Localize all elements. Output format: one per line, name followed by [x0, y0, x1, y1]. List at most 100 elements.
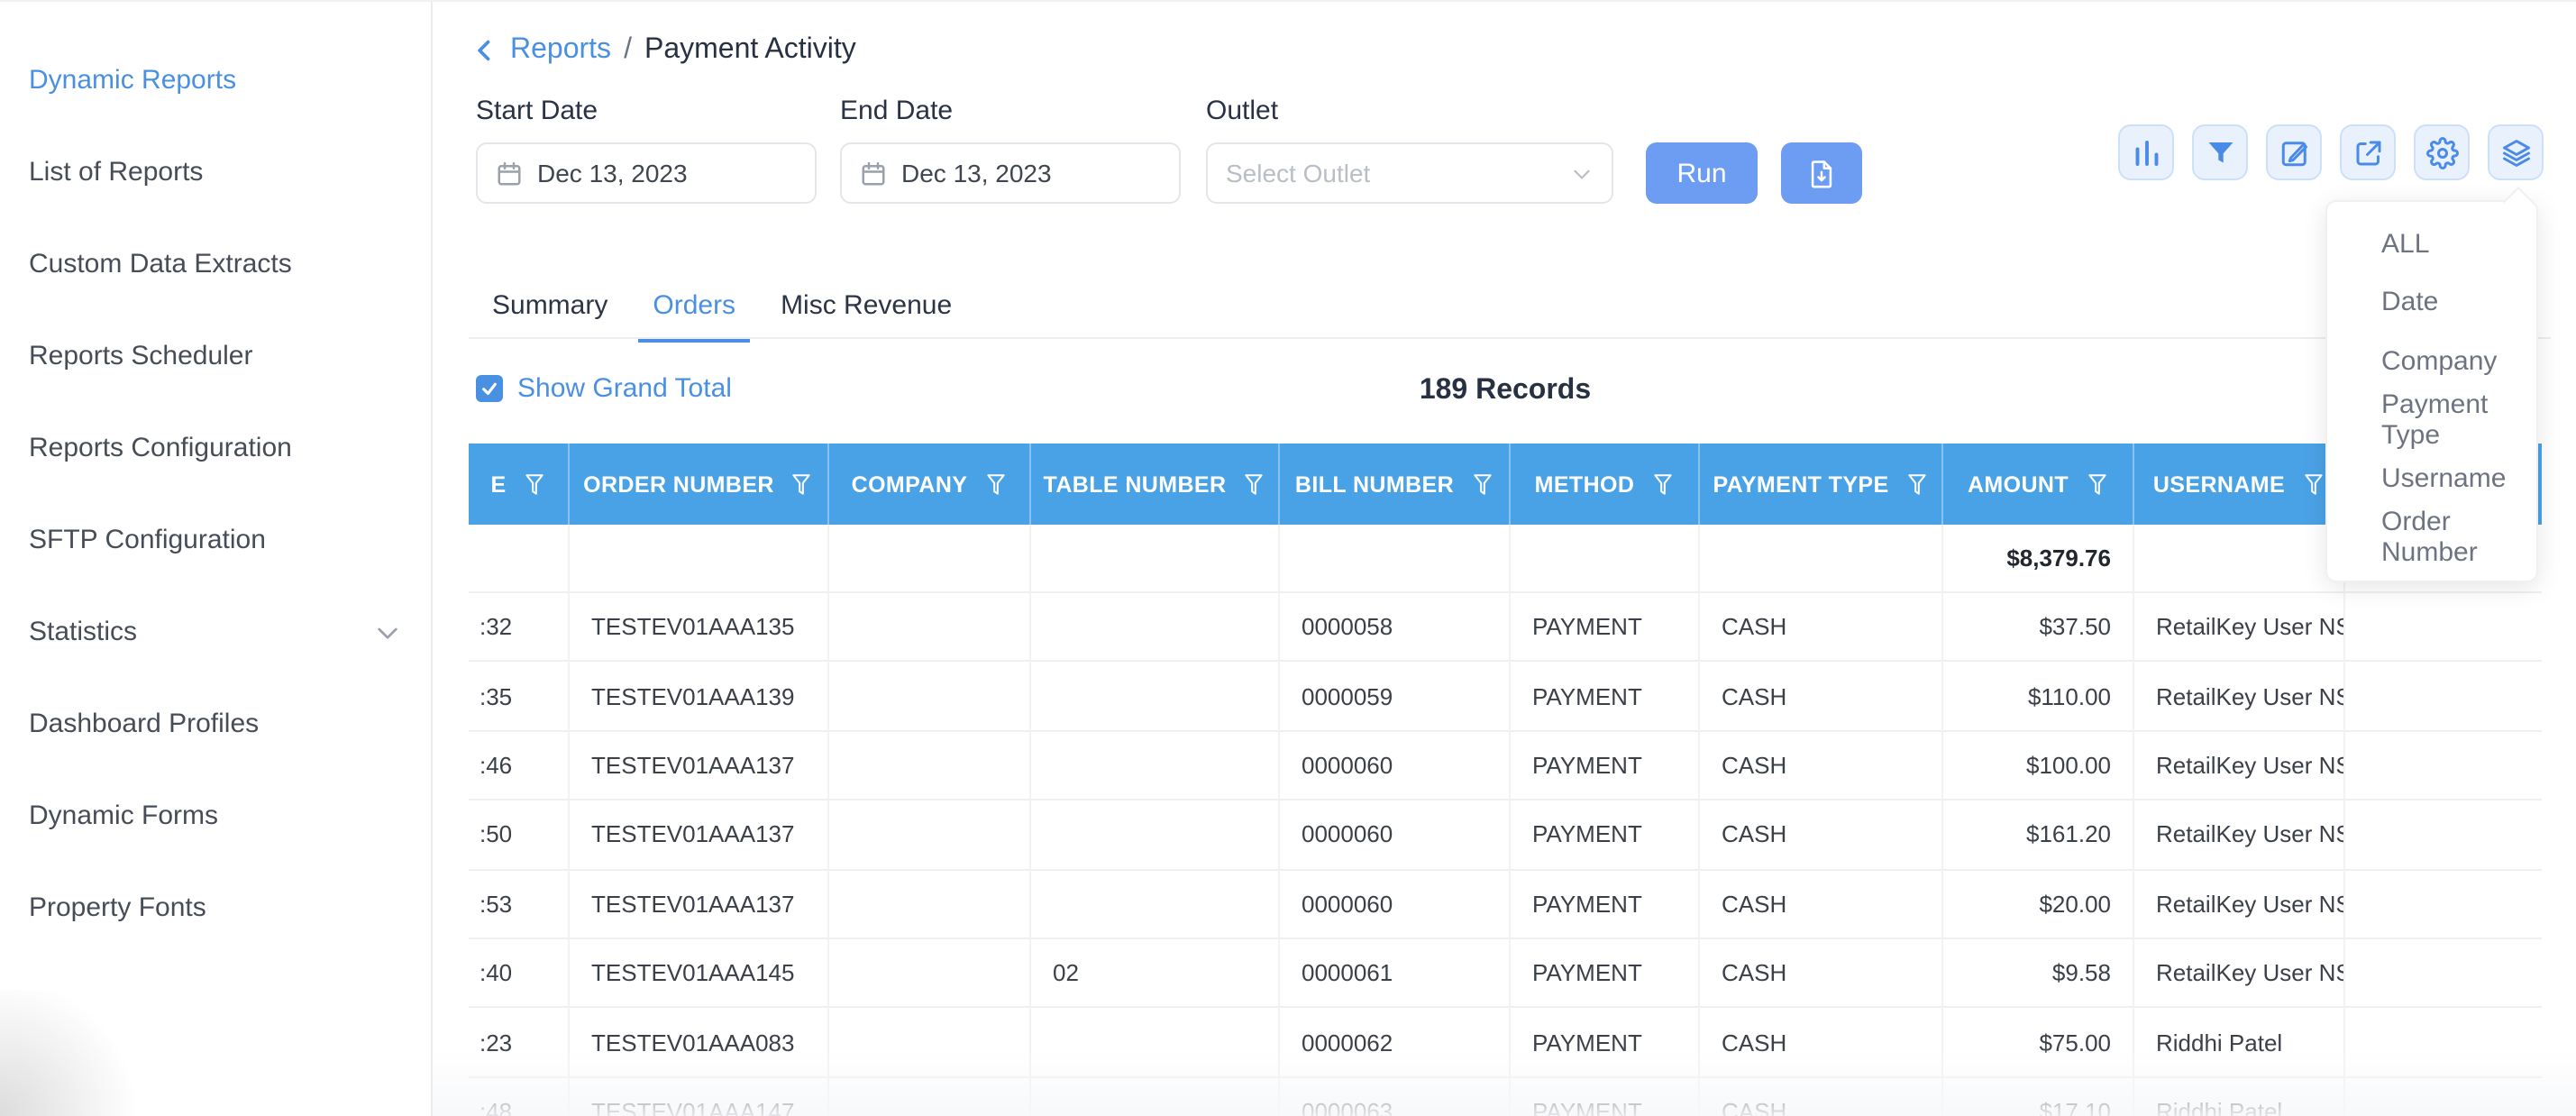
tab-orders[interactable]: Orders: [638, 290, 750, 343]
run-button[interactable]: Run: [1646, 142, 1758, 204]
sidebar-item-custom-data-extracts[interactable]: Custom Data Extracts: [0, 218, 431, 310]
cell-table_number: [1031, 870, 1280, 939]
column-header-order-number[interactable]: ORDER NUMBER: [570, 444, 829, 525]
cell-time: :50: [469, 800, 570, 870]
group-by-option-payment-type[interactable]: Payment Type: [2327, 390, 2536, 449]
export-button[interactable]: [1781, 142, 1862, 204]
open-external-button[interactable]: [2340, 124, 2396, 180]
cell-order_number: TESTEV01AAA137: [570, 732, 829, 801]
column-header-payment-type[interactable]: PAYMENT TYPE: [1700, 444, 1943, 525]
group-by-option-company[interactable]: Company: [2327, 332, 2536, 390]
sidebar-item-statistics[interactable]: Statistics: [0, 586, 431, 678]
sidebar-item-list-of-reports[interactable]: List of Reports: [0, 126, 431, 218]
layers-icon: [2499, 136, 2532, 169]
start-date-label: Start Date: [476, 96, 598, 126]
cell-amount: $17.10: [1943, 1077, 2134, 1116]
column-label: COMPANY: [852, 471, 968, 497]
breadcrumb-reports-link[interactable]: Reports: [510, 34, 611, 67]
cell-payment_type: CASH: [1700, 1009, 1943, 1078]
filter-icon: [2204, 136, 2236, 169]
table-row[interactable]: :23TESTEV01AAA0830000062PAYMENTCASH$75.0…: [469, 1009, 2542, 1078]
cell-payment_type: CASH: [1700, 870, 1943, 939]
settings-button[interactable]: [2414, 124, 2470, 180]
cell-time: :53: [469, 870, 570, 939]
cell-username: RetailKey User NS: [2134, 939, 2345, 1009]
checkbox-checked-icon[interactable]: [476, 375, 503, 402]
filter-funnel-icon[interactable]: [1905, 471, 1929, 497]
cell-amount: $161.20: [1943, 800, 2134, 870]
chart-view-button[interactable]: [2118, 124, 2174, 180]
filter-funnel-icon[interactable]: [790, 471, 814, 497]
cell-bill_number: 0000060: [1280, 870, 1511, 939]
sidebar-item-dashboard-profiles[interactable]: Dashboard Profiles: [0, 678, 431, 770]
external-link-icon: [2352, 136, 2384, 169]
table-row[interactable]: :46TESTEV01AAA1370000060PAYMENTCASH$100.…: [469, 732, 2542, 801]
table-row[interactable]: :40TESTEV01AAA145020000061PAYMENTCASH$9.…: [469, 939, 2542, 1009]
column-header-e[interactable]: E: [469, 444, 570, 525]
chevron-down-icon: [1570, 161, 1594, 185]
cell-amount: $8,379.76: [1943, 525, 2134, 593]
cell-bill_number: 0000063: [1280, 1077, 1511, 1116]
cell-order_number: TESTEV01AAA135: [570, 593, 829, 663]
column-header-amount[interactable]: AMOUNT: [1943, 444, 2134, 525]
cell-payment_type: CASH: [1700, 593, 1943, 663]
filter-funnel-icon[interactable]: [1470, 471, 1494, 497]
filter-funnel-icon[interactable]: [523, 471, 546, 497]
back-chevron-icon[interactable]: [472, 38, 498, 63]
cell-table_number: [1031, 732, 1280, 801]
cell-company: [829, 870, 1031, 939]
group-by-option-date[interactable]: Date: [2327, 273, 2536, 332]
group-by-button[interactable]: [2488, 124, 2544, 180]
cell-username: RetailKey User NS: [2134, 663, 2345, 732]
column-header-table-number[interactable]: TABLE NUMBER: [1031, 444, 1280, 525]
start-date-value: Dec 13, 2023: [537, 159, 688, 188]
cell-company: [829, 939, 1031, 1009]
column-header-company[interactable]: COMPANY: [829, 444, 1031, 525]
show-grand-total-toggle[interactable]: Show Grand Total: [476, 373, 732, 404]
table-row[interactable]: :32TESTEV01AAA1350000058PAYMENTCASH$37.5…: [469, 593, 2542, 663]
table-body: :32TESTEV01AAA1350000058PAYMENTCASH$37.5…: [469, 593, 2542, 1116]
group-by-option-all[interactable]: ALL: [2327, 215, 2536, 273]
sidebar-item-dynamic-forms[interactable]: Dynamic Forms: [0, 770, 431, 862]
cell-table_number: [1031, 663, 1280, 732]
outlet-select[interactable]: Select Outlet: [1206, 142, 1613, 204]
group-by-option-order-number[interactable]: Order Number: [2327, 508, 2536, 566]
group-by-option-username[interactable]: Username: [2327, 449, 2536, 508]
column-header-bill-number[interactable]: BILL NUMBER: [1280, 444, 1511, 525]
cell-order_number: TESTEV01AAA137: [570, 870, 829, 939]
edit-button[interactable]: [2266, 124, 2322, 180]
breadcrumb: Reports / Payment Activity: [472, 34, 856, 67]
sidebar-item-label: Property Fonts: [29, 892, 206, 923]
tab-summary[interactable]: Summary: [478, 290, 622, 343]
cell-extra: [2345, 870, 2542, 939]
cell-time: :35: [469, 663, 570, 732]
table-row[interactable]: :48TESTEV01AAA1470000063PAYMENTCASH$17.1…: [469, 1077, 2542, 1116]
filter-button[interactable]: [2192, 124, 2248, 180]
cell-bill_number: 0000061: [1280, 939, 1511, 1009]
cell-order_number: TESTEV01AAA139: [570, 663, 829, 732]
show-grand-total-label: Show Grand Total: [517, 373, 732, 404]
column-header-username[interactable]: USERNAME: [2134, 444, 2345, 525]
sidebar-item-reports-scheduler[interactable]: Reports Scheduler: [0, 310, 431, 402]
filter-funnel-icon[interactable]: [2301, 471, 2325, 497]
column-header-method[interactable]: METHOD: [1511, 444, 1700, 525]
filter-funnel-icon[interactable]: [2085, 471, 2108, 497]
filter-funnel-icon[interactable]: [1650, 471, 1674, 497]
cell-amount: $100.00: [1943, 732, 2134, 801]
end-date-input[interactable]: Dec 13, 2023: [840, 142, 1181, 204]
sidebar-item-label: Dashboard Profiles: [29, 709, 259, 739]
sidebar-item-dynamic-reports[interactable]: Dynamic Reports: [0, 34, 431, 126]
start-date-input[interactable]: Dec 13, 2023: [476, 142, 817, 204]
sidebar-item-reports-configuration[interactable]: Reports Configuration: [0, 402, 431, 494]
cell-method: PAYMENT: [1511, 663, 1700, 732]
sidebar-item-sftp-configuration[interactable]: SFTP Configuration: [0, 494, 431, 586]
table-row[interactable]: :35TESTEV01AAA1390000059PAYMENTCASH$110.…: [469, 663, 2542, 732]
filter-funnel-icon[interactable]: [1242, 471, 1265, 497]
table-row[interactable]: :50TESTEV01AAA1370000060PAYMENTCASH$161.…: [469, 800, 2542, 870]
cell-username: Riddhi Patel: [2134, 1077, 2345, 1116]
cell-time: :23: [469, 1009, 570, 1078]
sidebar-item-property-fonts[interactable]: Property Fonts: [0, 862, 431, 954]
table-row[interactable]: :53TESTEV01AAA1370000060PAYMENTCASH$20.0…: [469, 870, 2542, 939]
filter-funnel-icon[interactable]: [983, 471, 1007, 497]
tab-misc-revenue[interactable]: Misc Revenue: [766, 290, 966, 343]
